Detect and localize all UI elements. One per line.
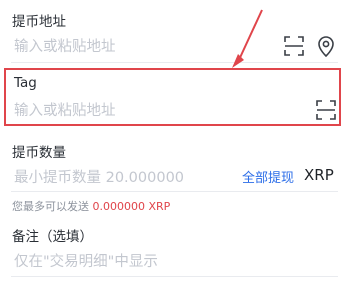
- currency-unit: XRP: [304, 166, 334, 184]
- address-divider: [11, 62, 338, 63]
- address-label: 提币地址: [12, 14, 66, 30]
- scan-icon[interactable]: [316, 100, 336, 124]
- tag-input[interactable]: 输入或粘贴地址: [14, 99, 116, 120]
- memo-divider: [11, 276, 338, 277]
- scan-icon[interactable]: [284, 36, 304, 60]
- max-send-prefix: 您最多可以发送: [12, 200, 89, 213]
- amount-label: 提币数量: [12, 145, 66, 161]
- memo-label: 备注（选填）: [12, 229, 93, 245]
- max-send-hint: 您最多可以发送 0.000000 XRP: [12, 198, 170, 214]
- annotation-arrow-icon: [228, 8, 268, 76]
- location-pin-icon[interactable]: [317, 35, 335, 61]
- tag-label: Tag: [14, 75, 37, 91]
- amount-divider: [11, 191, 338, 192]
- address-input[interactable]: 输入或粘贴地址: [14, 35, 116, 56]
- max-send-amount: 0.000000 XRP: [92, 200, 171, 213]
- memo-input[interactable]: 仅在"交易明细"中显示: [14, 250, 158, 271]
- amount-input[interactable]: 最小提币数量 20.000000: [14, 166, 184, 187]
- withdraw-all-link[interactable]: 全部提现: [242, 167, 294, 186]
